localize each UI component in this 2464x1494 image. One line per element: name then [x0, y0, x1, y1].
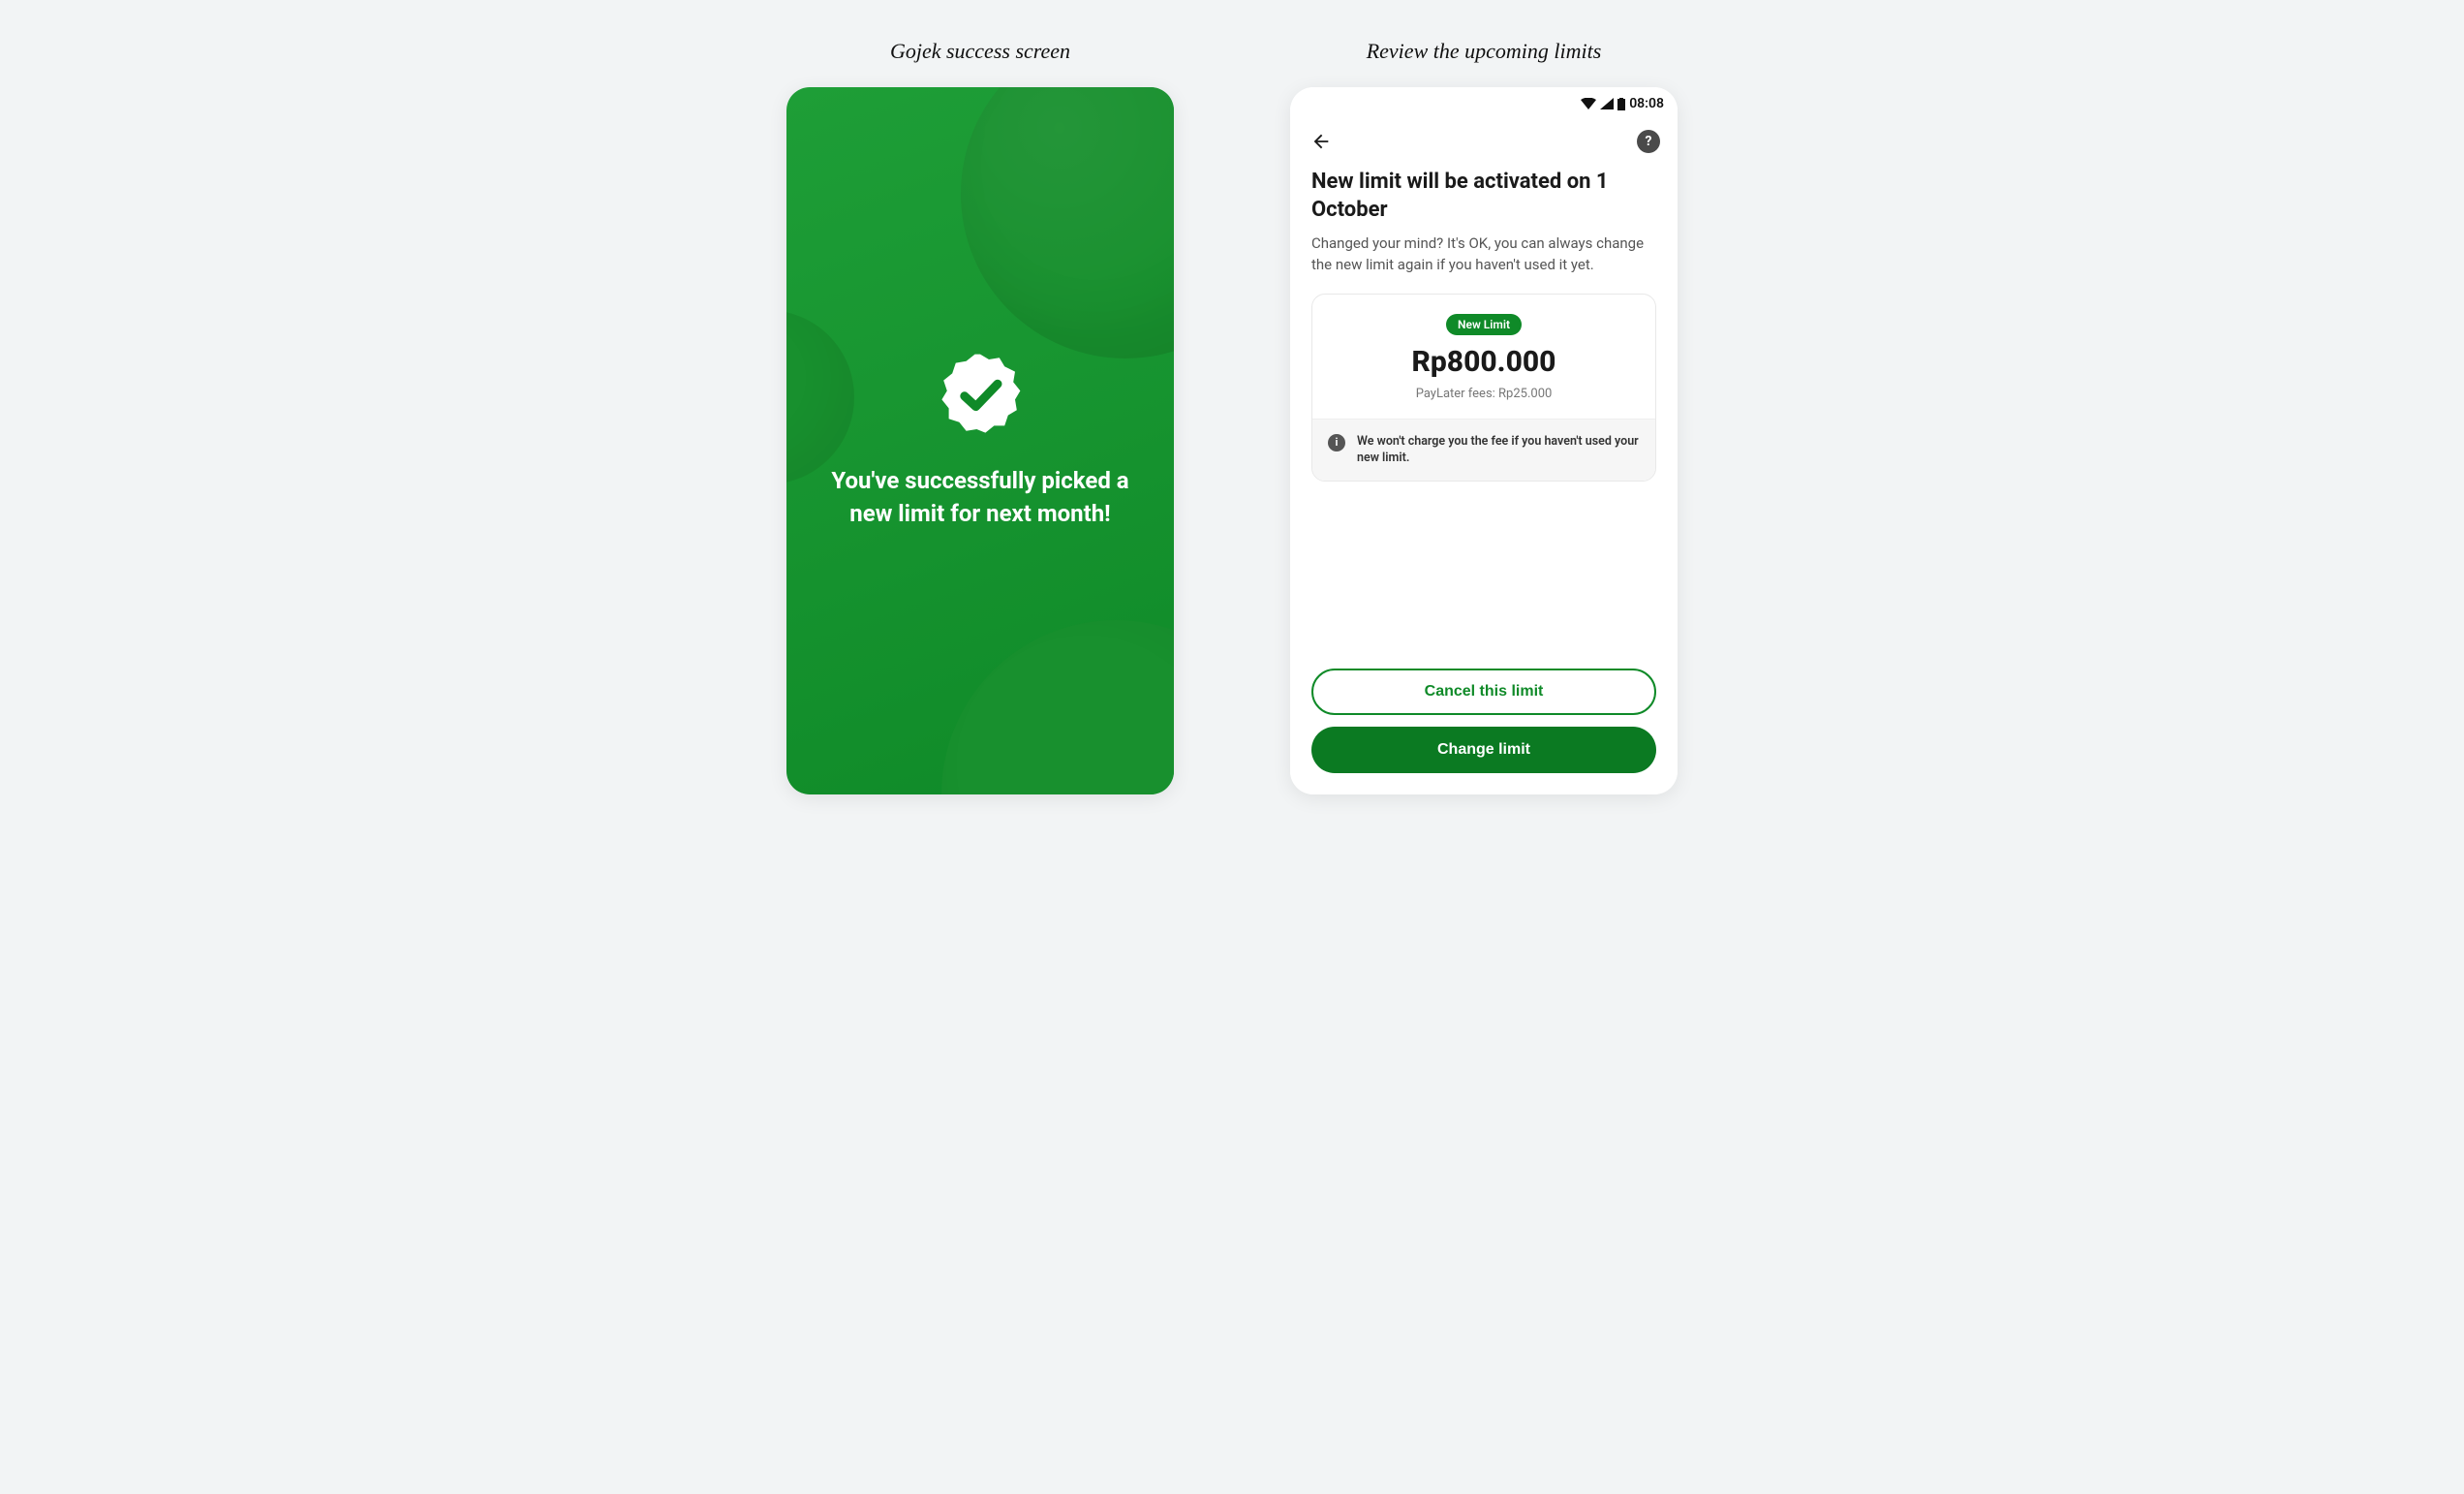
limit-amount: Rp800.000 [1328, 345, 1640, 379]
question-icon: ? [1646, 134, 1652, 149]
cancel-limit-button[interactable]: Cancel this limit [1311, 669, 1656, 715]
status-time: 08:08 [1629, 96, 1664, 111]
showcase-stage: Gojek success screen You've successfully… [554, 39, 1910, 794]
success-badge [937, 351, 1024, 438]
wifi-icon [1581, 98, 1596, 109]
success-message: You've successfully picked a new limit f… [821, 465, 1139, 530]
arrow-left-icon [1310, 131, 1332, 152]
card-top: New Limit Rp800.000 PayLater fees: Rp25.… [1312, 295, 1655, 419]
action-buttons: Cancel this limit Change limit [1290, 669, 1678, 794]
note-text: We won't charge you the fee if you haven… [1357, 433, 1640, 467]
limit-fee: PayLater fees: Rp25.000 [1328, 387, 1640, 401]
change-limit-button[interactable]: Change limit [1311, 727, 1656, 773]
phone-review: 08:08 ? New limit will be activated on 1… [1290, 87, 1678, 794]
review-screen: 08:08 ? New limit will be activated on 1… [1290, 87, 1678, 794]
phone-success: You've successfully picked a new limit f… [786, 87, 1174, 794]
help-button[interactable]: ? [1637, 130, 1660, 153]
spacer [1311, 482, 1656, 669]
limit-card: New Limit Rp800.000 PayLater fees: Rp25.… [1311, 294, 1656, 482]
left-column: Gojek success screen You've successfully… [786, 39, 1174, 794]
verified-check-icon [937, 351, 1024, 438]
topbar: ? [1290, 114, 1678, 163]
content: New limit will be activated on 1 October… [1290, 163, 1678, 669]
success-screen: You've successfully picked a new limit f… [786, 87, 1174, 794]
decorative-bubble [786, 310, 854, 484]
signal-icon [1600, 98, 1614, 109]
info-icon: i [1328, 434, 1345, 451]
status-bar: 08:08 [1290, 87, 1678, 114]
new-limit-pill: New Limit [1446, 314, 1522, 335]
page-subtitle: Changed your mind? It's OK, you can alwa… [1311, 233, 1656, 276]
page-title: New limit will be activated on 1 October [1311, 169, 1656, 224]
card-note: i We won't charge you the fee if you hav… [1312, 419, 1655, 481]
caption-left: Gojek success screen [890, 39, 1070, 64]
caption-right: Review the upcoming limits [1367, 39, 1602, 64]
back-button[interactable] [1308, 128, 1335, 155]
right-column: Review the upcoming limits 08:08 [1290, 39, 1678, 794]
battery-icon [1617, 98, 1625, 110]
